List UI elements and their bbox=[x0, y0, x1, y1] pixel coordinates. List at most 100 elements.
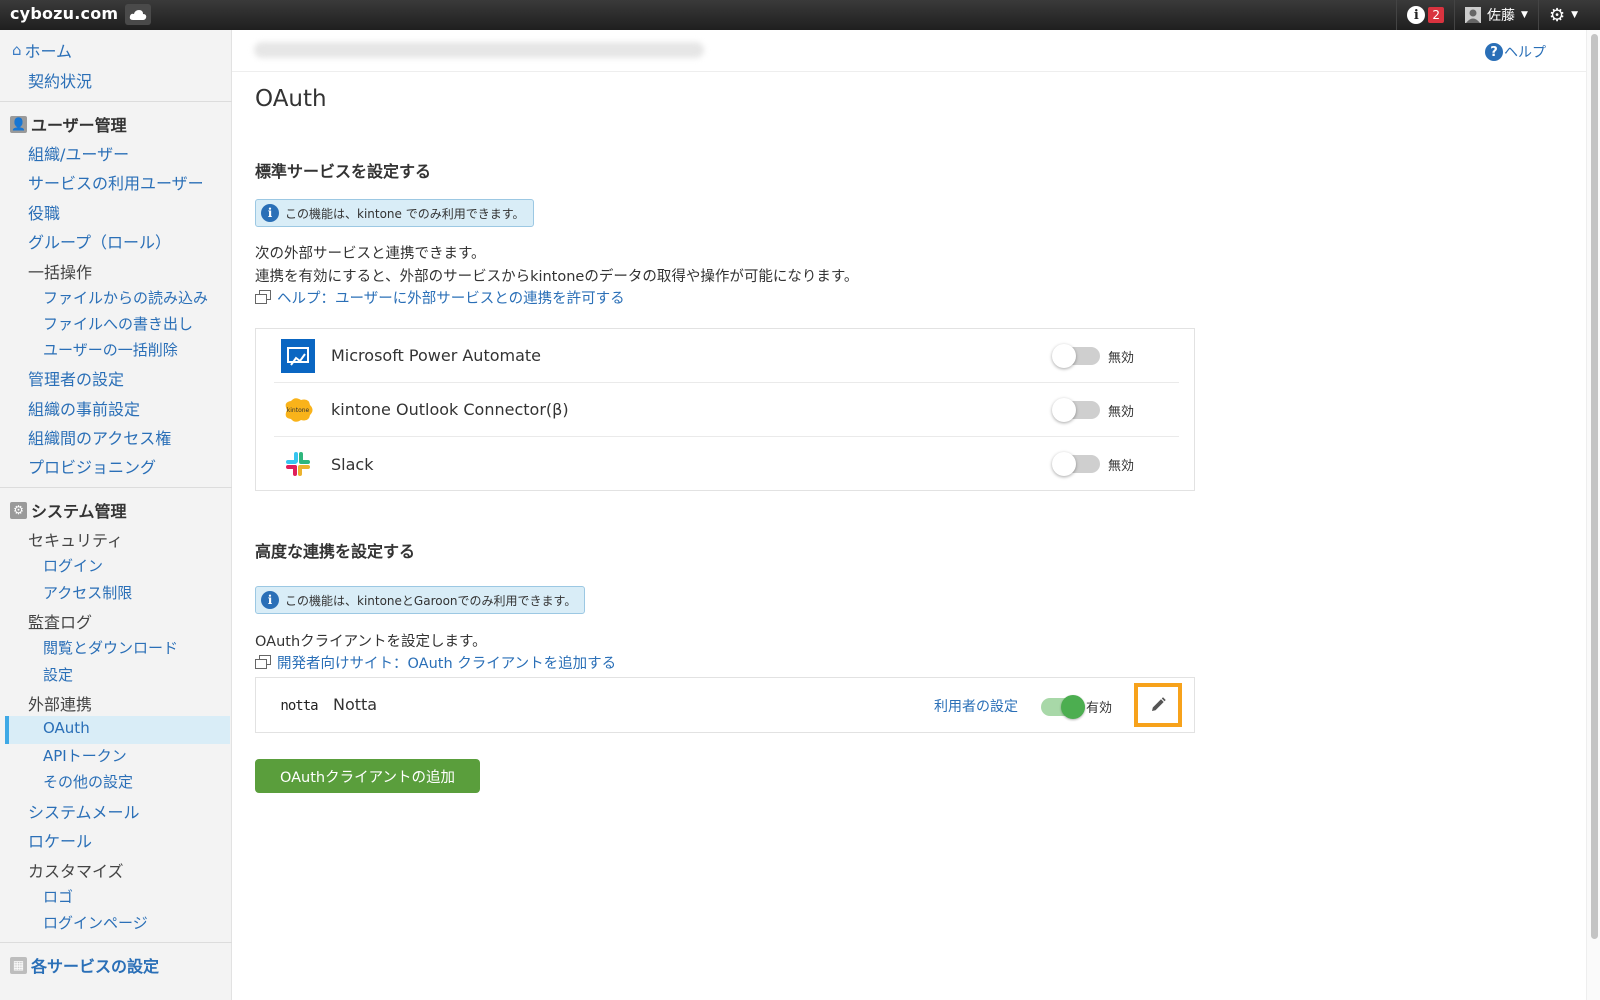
sidebar-item-label: サービスの利用ユーザー bbox=[28, 174, 204, 193]
sidebar-item-org-access[interactable]: 組織間のアクセス権 bbox=[0, 425, 232, 449]
sidebar-item-groups[interactable]: グループ（ロール） bbox=[0, 229, 232, 253]
notta-toggle[interactable] bbox=[1037, 695, 1085, 719]
standard-note: i この機能は、kintone でのみ利用できます。 bbox=[255, 199, 534, 227]
grid-icon: ▦ bbox=[10, 956, 27, 974]
service-row: Microsoft Power Automate 無効 bbox=[274, 329, 1179, 383]
info-icon: i bbox=[261, 591, 279, 609]
sidebar-item-label: 外部連携 bbox=[28, 695, 93, 714]
sidebar-item-system-mail[interactable]: システムメール bbox=[0, 799, 232, 823]
sidebar-item-login-page[interactable]: ログインページ bbox=[0, 912, 232, 933]
sidebar-item-label: 契約状況 bbox=[28, 72, 93, 91]
sidebar-item-browse-download[interactable]: 閲覧とダウンロード bbox=[0, 637, 232, 658]
edit-client-button[interactable] bbox=[1134, 683, 1182, 727]
scrollbar-thumb[interactable] bbox=[1591, 34, 1598, 939]
cloud-icon bbox=[129, 9, 147, 20]
sidebar-item-audit-log: 監査ログ bbox=[0, 609, 232, 633]
help-link[interactable]: ? ヘルプ bbox=[1485, 42, 1546, 62]
question-icon: ? bbox=[1485, 43, 1503, 61]
info-icon: i bbox=[261, 204, 279, 222]
slack-toggle[interactable] bbox=[1052, 452, 1100, 476]
sidebar-item-label: ファイルへの書き出し bbox=[43, 315, 194, 333]
sidebar-item-label: 組織間のアクセス権 bbox=[28, 429, 172, 448]
sidebar-item-org-presettings[interactable]: 組織の事前設定 bbox=[0, 396, 232, 420]
help-external-link[interactable]: ヘルプ：ユーザーに外部サービスとの連携を許可する bbox=[255, 287, 625, 308]
kintone-icon: kintone bbox=[281, 393, 315, 427]
dev-site-external-link[interactable]: 開発者向けサイト：OAuth クライアントを追加する bbox=[255, 652, 616, 673]
power-automate-icon bbox=[281, 338, 315, 373]
sidebar-item-login[interactable]: ログイン bbox=[0, 555, 232, 576]
standard-services-heading: 標準サービスを設定する bbox=[255, 162, 432, 181]
add-oauth-client-button[interactable]: OAuthクライアントの追加 bbox=[255, 759, 480, 793]
sidebar-item-home[interactable]: ⌂ ホーム bbox=[0, 38, 232, 62]
home-icon: ⌂ bbox=[12, 41, 22, 59]
sidebar-item-label: セキュリティ bbox=[28, 531, 124, 550]
sidebar-item-label: ロゴ bbox=[43, 888, 74, 906]
kintone-outlook-toggle[interactable] bbox=[1052, 398, 1100, 422]
settings-menu[interactable]: ⚙ ▼ bbox=[1537, 0, 1588, 30]
sidebar-section-user-management: 👤 ユーザー管理 bbox=[10, 115, 127, 135]
gear-icon: ⚙ bbox=[10, 501, 27, 519]
svg-text:kintone: kintone bbox=[287, 407, 310, 414]
notifications-button[interactable]: i 2 bbox=[1396, 0, 1454, 30]
notta-logo: notta bbox=[280, 698, 318, 714]
notification-badge: 2 bbox=[1428, 7, 1445, 23]
sidebar-item-security: セキュリティ bbox=[0, 527, 232, 551]
sidebar-item-other-settings[interactable]: その他の設定 bbox=[0, 771, 232, 792]
user-menu[interactable]: 佐藤 ▼ bbox=[1454, 0, 1538, 30]
sidebar-item-bulk-ops: 一括操作 bbox=[0, 259, 232, 283]
sidebar-item-org-users[interactable]: 組織/ユーザー bbox=[0, 141, 232, 165]
sidebar-item-import-file[interactable]: ファイルからの読み込み bbox=[0, 287, 232, 308]
breadcrumb-blurred bbox=[254, 42, 704, 58]
sidebar-item-label: グループ（ロール） bbox=[28, 233, 172, 252]
sidebar-item-oauth[interactable]: OAuth bbox=[0, 719, 232, 737]
scrollbar[interactable] bbox=[1586, 30, 1600, 1000]
sidebar-item-label: カスタマイズ bbox=[28, 862, 124, 881]
user-settings-link[interactable]: 利用者の設定 bbox=[934, 696, 1018, 716]
sidebar-item-label: ファイルからの読み込み bbox=[43, 289, 209, 307]
sidebar-item-admin-settings[interactable]: 管理者の設定 bbox=[0, 366, 232, 390]
toggle-status: 無効 bbox=[1108, 351, 1135, 366]
toggle-status: 無効 bbox=[1108, 459, 1135, 474]
sidebar-item-external: 外部連携 bbox=[0, 691, 232, 715]
standard-services-list: Microsoft Power Automate 無効 kintone kint… bbox=[255, 328, 1195, 491]
sidebar-item-label: OAuth bbox=[43, 719, 90, 737]
sidebar-item-provisioning[interactable]: プロビジョニング bbox=[0, 454, 232, 478]
sidebar-item-label: システムメール bbox=[28, 803, 140, 822]
sidebar-item-label: 組織の事前設定 bbox=[28, 400, 141, 419]
sidebar-item-export-file[interactable]: ファイルへの書き出し bbox=[0, 313, 232, 334]
client-name: Notta bbox=[333, 695, 378, 714]
divider bbox=[0, 942, 232, 943]
power-automate-toggle[interactable] bbox=[1052, 344, 1100, 368]
sidebar-item-audit-settings[interactable]: 設定 bbox=[0, 664, 232, 685]
user-icon: 👤 bbox=[10, 115, 27, 133]
sidebar-item-access-control[interactable]: アクセス制限 bbox=[0, 582, 232, 603]
sidebar-item-locale[interactable]: ロケール bbox=[0, 828, 232, 852]
sidebar-item-label: 一括操作 bbox=[28, 263, 93, 282]
service-name: Slack bbox=[331, 454, 374, 474]
sidebar-section-each-service[interactable]: ▦ 各サービスの設定 bbox=[10, 953, 159, 977]
sidebar-item-label: ホーム bbox=[24, 42, 73, 61]
sidebar-item-service-users[interactable]: サービスの利用ユーザー bbox=[0, 170, 232, 194]
advanced-desc: OAuthクライアントを設定します。 bbox=[255, 634, 487, 650]
sidebar-item-logo[interactable]: ロゴ bbox=[0, 886, 232, 907]
sidebar-item-contract[interactable]: 契約状況 bbox=[0, 68, 232, 92]
chevron-down-icon: ▼ bbox=[1571, 10, 1578, 20]
external-window-icon bbox=[255, 655, 272, 670]
service-name: Microsoft Power Automate bbox=[331, 346, 542, 365]
info-icon: i bbox=[1407, 6, 1426, 24]
sidebar-item-label: アクセス制限 bbox=[43, 584, 133, 602]
brand-logo[interactable]: cybozu.com bbox=[10, 4, 118, 23]
advanced-note: i この機能は、kintoneとGaroonでのみ利用できます。 bbox=[255, 586, 586, 614]
sidebar-item-label: ユーザーの一括削除 bbox=[43, 341, 178, 359]
advanced-heading: 高度な連携を設定する bbox=[255, 542, 416, 561]
app-switch-button[interactable] bbox=[125, 4, 151, 25]
standard-desc-2: 連携を有効にすると、外部のサービスからkintoneのデータの取得や操作が可能に… bbox=[255, 269, 859, 285]
divider bbox=[0, 101, 232, 102]
sidebar-item-api-token[interactable]: APIトークン bbox=[0, 745, 232, 766]
sidebar-item-roles[interactable]: 役職 bbox=[0, 200, 232, 224]
sidebar-item-bulk-delete[interactable]: ユーザーの一括削除 bbox=[0, 339, 232, 360]
sidebar-item-label: 役職 bbox=[28, 204, 61, 223]
sidebar-item-label: プロビジョニング bbox=[28, 458, 157, 477]
slack-icon bbox=[281, 447, 315, 481]
toggle-status: 無効 bbox=[1108, 405, 1135, 420]
